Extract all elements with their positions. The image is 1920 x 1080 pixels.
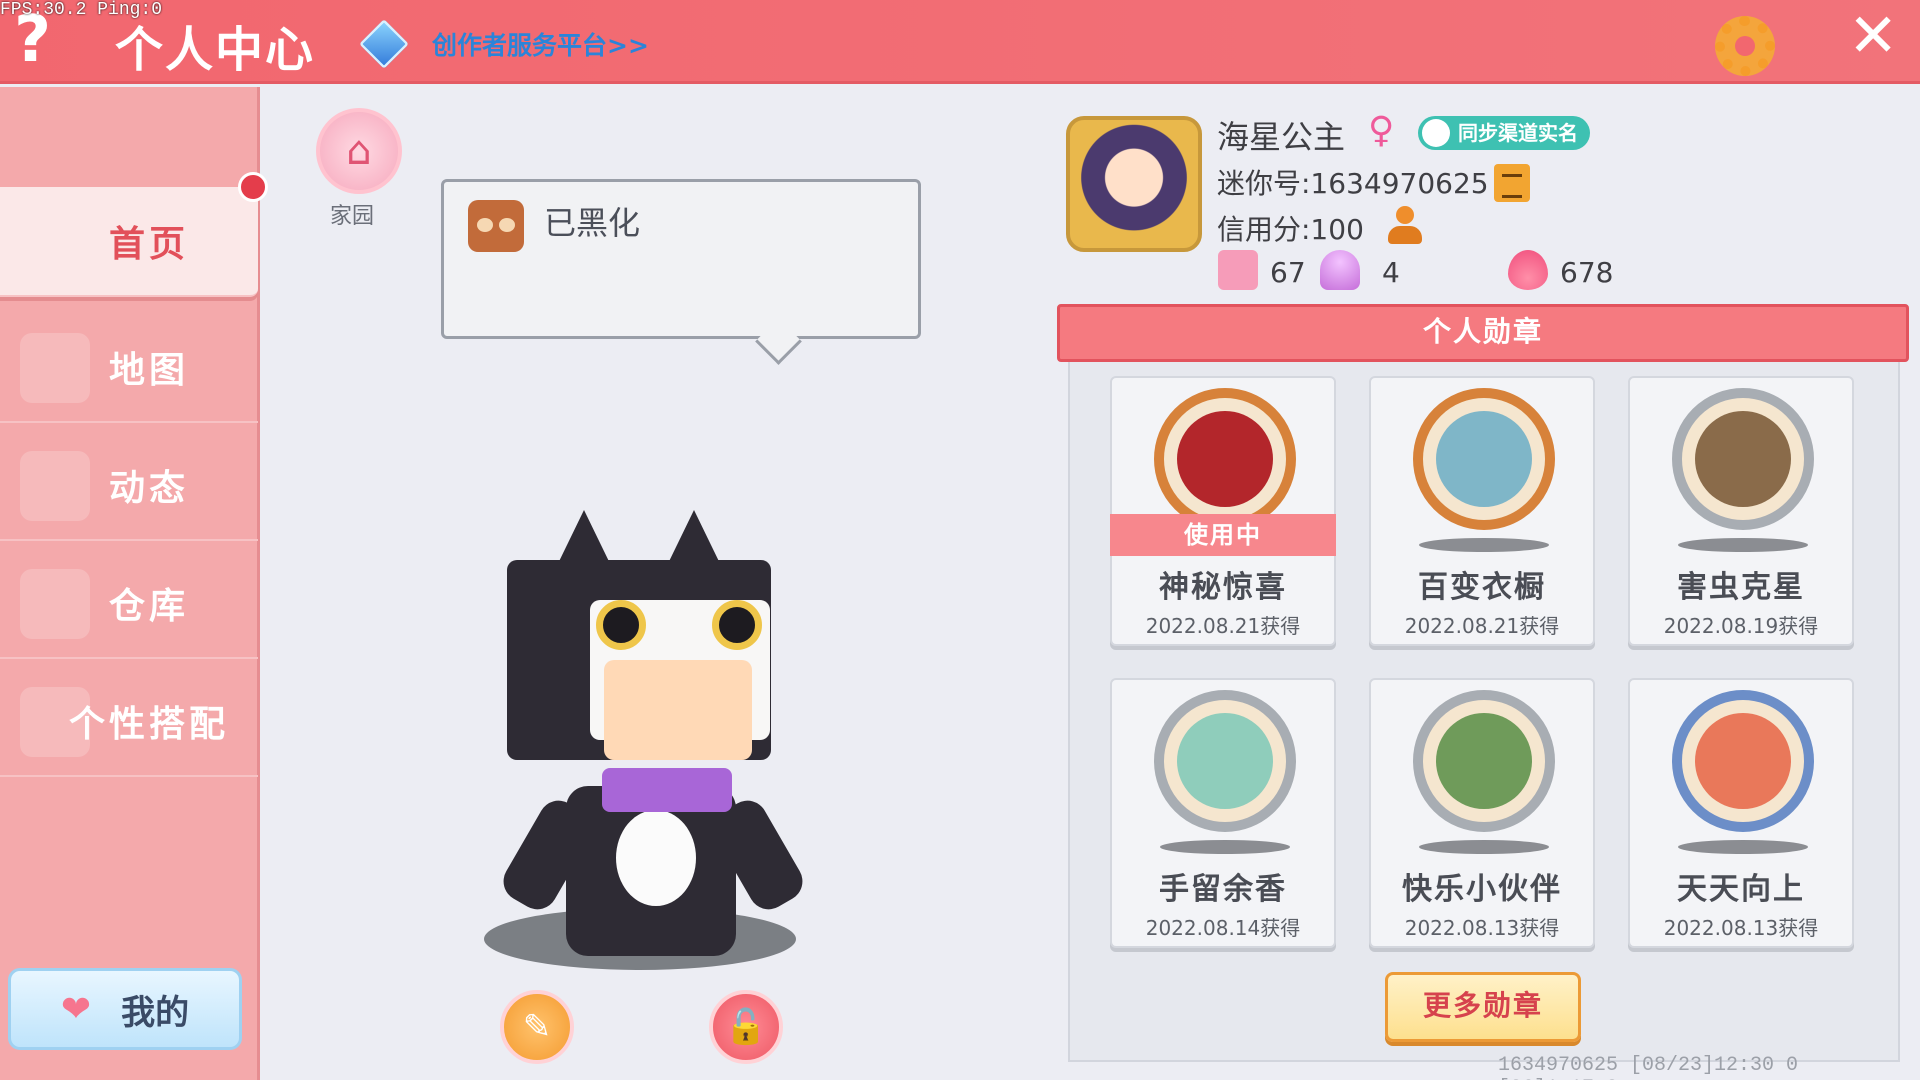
medal-emblem — [1695, 411, 1791, 507]
badge-card[interactable]: 使用中神秘惊喜 2022.08.21获得 — [1110, 376, 1336, 646]
medal-shadow — [1160, 840, 1290, 854]
sidebar-item-warehouse[interactable]: 仓库 — [0, 549, 258, 659]
heat-count: 678 — [1560, 256, 1614, 289]
badge-name: 手留余香 — [1159, 872, 1287, 907]
medal-emblem — [1436, 411, 1532, 507]
player-name: 海星公主 — [1217, 118, 1346, 156]
medal-emblem — [1695, 713, 1791, 809]
medal-shadow — [1678, 538, 1808, 552]
my-button[interactable]: ❤ 我的 — [8, 968, 242, 1050]
badge-name: 天天向上 — [1677, 872, 1805, 907]
medal-shadow — [1419, 538, 1549, 552]
settings-gear-icon[interactable] — [1715, 16, 1775, 76]
status-bubble: 已黑化 — [441, 179, 921, 339]
status-emoji-icon — [468, 200, 524, 252]
map-icon — [20, 333, 90, 403]
medal-icon — [1154, 388, 1296, 530]
sidebar-item-label: 首页 — [108, 224, 189, 265]
page-title: 个人中心 — [115, 22, 316, 78]
my-button-label: 我的 — [121, 992, 190, 1033]
creator-cube-icon[interactable] — [359, 19, 409, 69]
status-text: 已黑化 — [544, 204, 641, 242]
heart-icon: ❤ — [60, 988, 92, 1030]
more-badges-button[interactable]: 更多勋章 — [1385, 972, 1581, 1042]
lock-button[interactable]: 🔓 — [709, 990, 783, 1064]
avatar-eye-right — [712, 600, 762, 650]
medal-icon — [1154, 690, 1296, 832]
avatar-belly — [616, 810, 696, 906]
warehouse-icon — [20, 569, 90, 639]
top-bar: ? 个人中心 创作者服务平台>> ✕ — [0, 0, 1920, 84]
build-info: 1634970625 [08/23]12:30 0 [36]1.17.0 — [1498, 1054, 1799, 1080]
medal-emblem — [1436, 713, 1532, 809]
badges-header: 个人勋章 — [1057, 304, 1909, 362]
sidebar-item-outfit[interactable]: 个性搭配 — [0, 667, 258, 777]
sync-realname-badge[interactable]: 同步渠道实名 — [1418, 116, 1590, 150]
medal-shadow — [1419, 840, 1549, 854]
badge-name: 神秘惊喜 — [1159, 570, 1287, 605]
edit-button[interactable]: ✎ — [500, 990, 574, 1064]
badge-date: 2022.08.21获得 — [1404, 614, 1560, 638]
close-button[interactable]: ✕ — [1848, 6, 1898, 66]
badge-date: 2022.08.21获得 — [1145, 614, 1301, 638]
pencil-icon: ✎ — [522, 1007, 552, 1047]
badge-name: 快乐小伙伴 — [1402, 872, 1562, 907]
fans-icon — [1320, 250, 1360, 290]
flame-icon — [1508, 250, 1548, 290]
home-icon[interactable]: ⌂ — [316, 108, 402, 194]
likes-count: 67 — [1270, 256, 1306, 289]
female-icon: ♀ — [1368, 110, 1395, 151]
mini-id: 迷你号:1634970625 — [1217, 167, 1489, 200]
bell-icon — [20, 451, 90, 521]
credit-score: 信用分:100 — [1217, 213, 1364, 246]
medal-emblem — [1177, 713, 1273, 809]
sidebar-item-home[interactable]: 首页 — [0, 187, 258, 297]
badge-name: 百变衣橱 — [1418, 570, 1546, 605]
sidebar-item-label: 地图 — [108, 350, 189, 391]
in-use-label: 使用中 — [1110, 514, 1336, 556]
avatar-scarf — [602, 768, 732, 812]
medal-icon — [1672, 388, 1814, 530]
sidebar-item-map[interactable]: 地图 — [0, 313, 258, 423]
notification-dot — [238, 172, 268, 202]
fans-count: 4 — [1382, 256, 1400, 289]
badge-card[interactable]: 害虫克星 2022.08.19获得 — [1628, 376, 1854, 646]
badge-date: 2022.08.13获得 — [1404, 916, 1560, 940]
fps-readout: FPS:30.2 Ping:0 — [0, 0, 163, 20]
medal-emblem — [1177, 411, 1273, 507]
home-label: 家园 — [330, 204, 375, 229]
medal-icon — [1413, 690, 1555, 832]
avatar-face — [604, 660, 752, 760]
sidebar-item-label: 仓库 — [108, 586, 189, 627]
badge-name: 害虫克星 — [1677, 570, 1805, 605]
person-icon[interactable] — [1384, 206, 1426, 246]
medal-icon — [1672, 690, 1814, 832]
badge-date: 2022.08.13获得 — [1663, 916, 1819, 940]
badge-card[interactable]: 天天向上 2022.08.13获得 — [1628, 678, 1854, 948]
medal-shadow — [1678, 840, 1808, 854]
sidebar: 首页 地图 动态 仓库 个性搭配 — [0, 87, 260, 1080]
copy-icon[interactable] — [1494, 164, 1530, 202]
profile-avatar[interactable] — [1066, 116, 1202, 252]
badge-date: 2022.08.19获得 — [1663, 614, 1819, 638]
outfit-icon — [20, 687, 90, 757]
badge-card[interactable]: 百变衣橱 2022.08.21获得 — [1369, 376, 1595, 646]
creator-platform-link[interactable]: 创作者服务平台>> — [432, 26, 649, 62]
badge-card[interactable]: 手留余香 2022.08.14获得 — [1110, 678, 1336, 948]
avatar-eye-left — [596, 600, 646, 650]
likes-icon — [1218, 250, 1258, 290]
unlock-icon: 🔓 — [724, 1007, 768, 1047]
sidebar-item-label: 动态 — [108, 468, 189, 509]
sidebar-item-label: 个性搭配 — [68, 704, 229, 745]
badge-card[interactable]: 快乐小伙伴 2022.08.13获得 — [1369, 678, 1595, 948]
medal-icon — [1413, 388, 1555, 530]
badge-date: 2022.08.14获得 — [1145, 916, 1301, 940]
sidebar-item-feed[interactable]: 动态 — [0, 431, 258, 541]
